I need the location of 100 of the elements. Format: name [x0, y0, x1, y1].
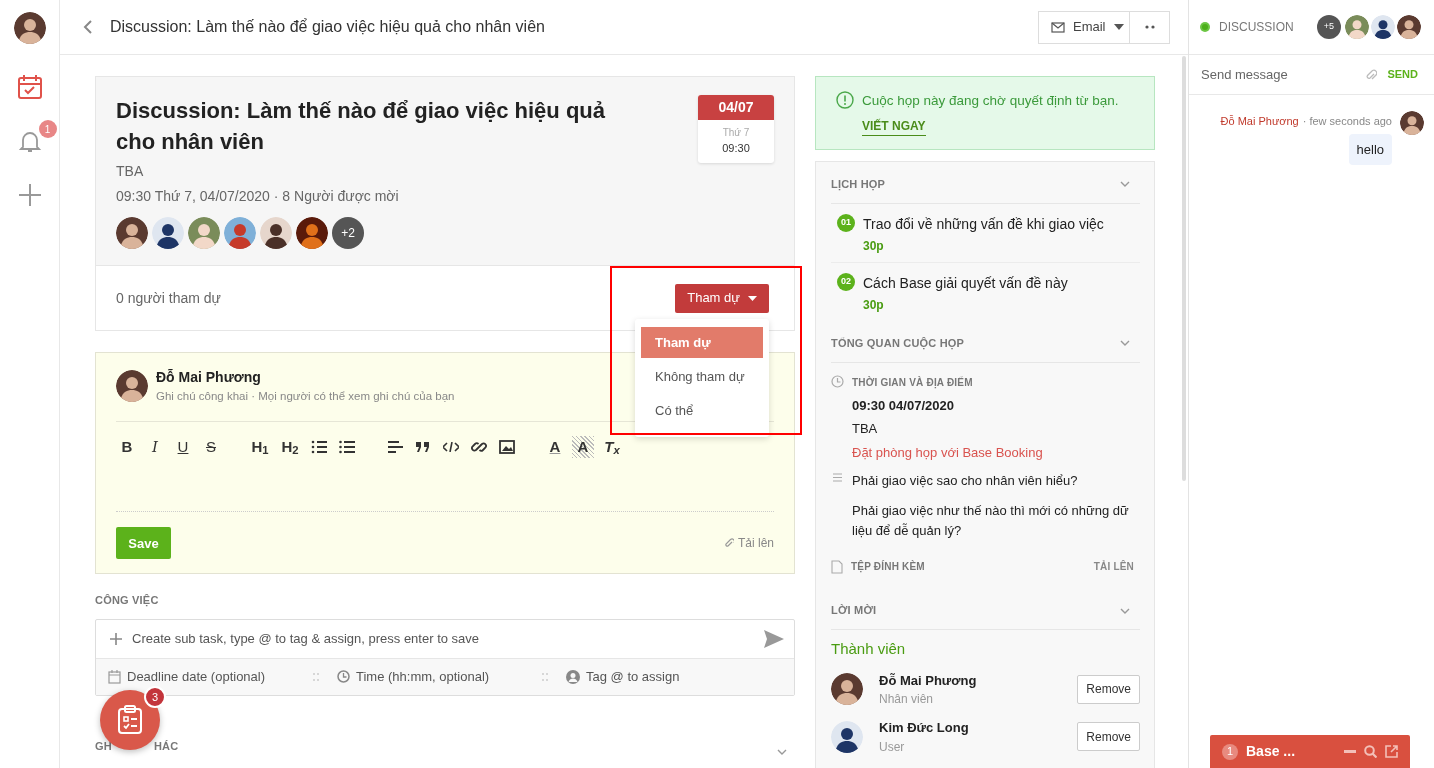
chat-tab-title: Base ...: [1246, 742, 1297, 761]
message-author: Đỗ Mai Phương: [1220, 114, 1299, 129]
calendar-icon: [108, 669, 121, 684]
sidebar-calendar-button[interactable]: [16, 74, 43, 100]
chevron-down-icon[interactable]: [1120, 607, 1130, 614]
bullet-list-icon: [339, 440, 355, 455]
member-name: Đỗ Mai Phương: [879, 671, 978, 690]
info-icon: [836, 91, 854, 109]
remove-button[interactable]: Remove: [1077, 722, 1140, 752]
separator-icon: [542, 672, 548, 681]
page-title: Discussion: Làm thế nào để giao việc hiệu quả cho nhân viên: [110, 17, 546, 37]
meeting-title: Discussion: Làm thế nào để giao việc hiệu quả cho nhân viên: [116, 97, 606, 156]
quote-icon: [416, 442, 430, 453]
heading-button[interactable]: H$_{2}$: [278, 436, 302, 459]
code-icon: [443, 442, 459, 453]
agenda-number: 01: [837, 213, 855, 232]
section-label: THỜI GIAN VÀ ĐỊA ĐIỂM: [852, 375, 974, 390]
description-text: Phải giao việc như thế nào thì mới có những dữ liệu để dễ quản lý?: [852, 502, 1130, 540]
more-invitees-count[interactable]: +2: [332, 217, 364, 249]
align-left-icon: [387, 441, 403, 454]
agenda-duration: 30p: [863, 237, 885, 255]
strikethrough-button[interactable]: S: [200, 436, 222, 459]
agenda-title: Cách Base giải quyết vấn đề này: [863, 273, 1068, 293]
attendee-count: 0 người tham dự: [116, 288, 221, 308]
file-icon: [831, 559, 843, 574]
channel-name: DISCUSSION: [1219, 19, 1295, 36]
paperclip-icon[interactable]: [1365, 67, 1378, 82]
avatar: [1345, 15, 1369, 39]
scrollbar[interactable]: [1182, 56, 1186, 481]
text-color-button[interactable]: A: [544, 436, 566, 459]
external-link-icon[interactable]: [1385, 745, 1398, 758]
meeting-location: TBA: [116, 162, 145, 181]
heading-button[interactable]: H$_{1}$: [248, 436, 272, 459]
description-text: Phải giao việc sao cho nhân viên hiểu?: [852, 472, 1079, 490]
avatar: [152, 217, 184, 249]
member-role: Nhân viên: [879, 691, 935, 708]
avatar: [260, 217, 292, 249]
message-time: · few seconds ago: [1302, 114, 1392, 129]
clear-format-button[interactable]: T$_{x}$: [600, 436, 624, 459]
note-visibility: Ghi chú công khai · Mọi người có thể xem ghi chú của bạn: [156, 389, 455, 404]
clock-icon: [337, 670, 350, 684]
section-heading: LỊCH HỌP: [831, 176, 886, 193]
section-heading: LỜI MỜI: [831, 603, 877, 619]
underline-button[interactable]: U: [172, 436, 194, 459]
user-icon: [566, 669, 580, 684]
chevron-down-icon[interactable]: [1120, 181, 1130, 187]
notice-text: Cuộc họp này đang chờ quyết định từ bạn.: [862, 92, 1119, 110]
paperclip-icon: [723, 537, 734, 550]
section-heading: GH: [95, 738, 112, 754]
avatar: [296, 217, 328, 249]
group-heading: Thành viên: [831, 639, 907, 659]
attend-dropdown-button[interactable]: Tham dự: [675, 283, 769, 313]
avatar: [831, 720, 863, 753]
avatar: [1371, 15, 1395, 39]
remove-button[interactable]: Remove: [1077, 674, 1140, 704]
more-icon: [1143, 25, 1156, 29]
agenda-title: Trao đổi về những vấn đề khi giao việc: [863, 214, 1104, 234]
menu-item[interactable]: Không tham dự: [641, 361, 763, 392]
menu-item[interactable]: Có thể: [641, 395, 763, 426]
avatar: [116, 370, 148, 403]
chevron-down-icon[interactable]: [1120, 340, 1130, 346]
message-bubble: hello: [1348, 133, 1392, 165]
avatar: [831, 673, 863, 706]
agenda-number: 02: [837, 272, 855, 291]
note-author: Đỗ Mai Phương: [156, 368, 262, 387]
avatar: [188, 217, 220, 249]
envelope-icon: [1051, 21, 1065, 33]
send-icon[interactable]: [764, 629, 784, 648]
search-icon[interactable]: [1364, 745, 1377, 758]
date-day: 04/07: [698, 95, 774, 120]
caret-icon: [1113, 24, 1124, 30]
avatar: [1397, 15, 1421, 39]
plus-icon: [110, 632, 122, 645]
clipboard-icon: [117, 705, 143, 735]
agenda-duration: 30p: [863, 296, 885, 314]
section-label: TỆP ĐÍNH KÈM: [851, 559, 925, 574]
sidebar-add-button[interactable]: [16, 182, 43, 208]
italic-button[interactable]: I: [144, 436, 166, 459]
write-now-link[interactable]: VIẾT NGAY: [862, 119, 926, 137]
section-heading: HÁC: [153, 738, 179, 754]
highlight-button[interactable]: A: [572, 436, 594, 459]
bold-button[interactable]: B: [116, 436, 138, 459]
more-members-count[interactable]: +5: [1317, 15, 1341, 39]
chevron-down-icon[interactable]: [777, 748, 787, 755]
separator-icon: [313, 672, 319, 681]
avatar: [13, 12, 46, 44]
back-icon[interactable]: [82, 19, 94, 35]
upload-link[interactable]: Tải lên: [723, 534, 774, 553]
section-heading: CÔNG VIỆC: [95, 593, 160, 609]
caret-icon: [748, 295, 757, 301]
image-icon: [499, 440, 515, 455]
booking-link[interactable]: Đặt phòng họp với Base Booking: [852, 442, 1043, 462]
email-button[interactable]: Email: [1038, 10, 1130, 44]
meeting-datetime: 09:30 04/07/2020: [852, 396, 955, 415]
notification-count: 1: [38, 120, 57, 138]
meeting-schedule: 09:30 Thứ 7, 04/07/2020 · 8 Người được mời: [116, 187, 400, 206]
clock-icon: [831, 374, 844, 388]
chat-tab[interactable]: 1 Base ...: [1210, 735, 1410, 768]
member-role: User: [879, 738, 906, 756]
meeting-location: TBA: [852, 420, 879, 438]
